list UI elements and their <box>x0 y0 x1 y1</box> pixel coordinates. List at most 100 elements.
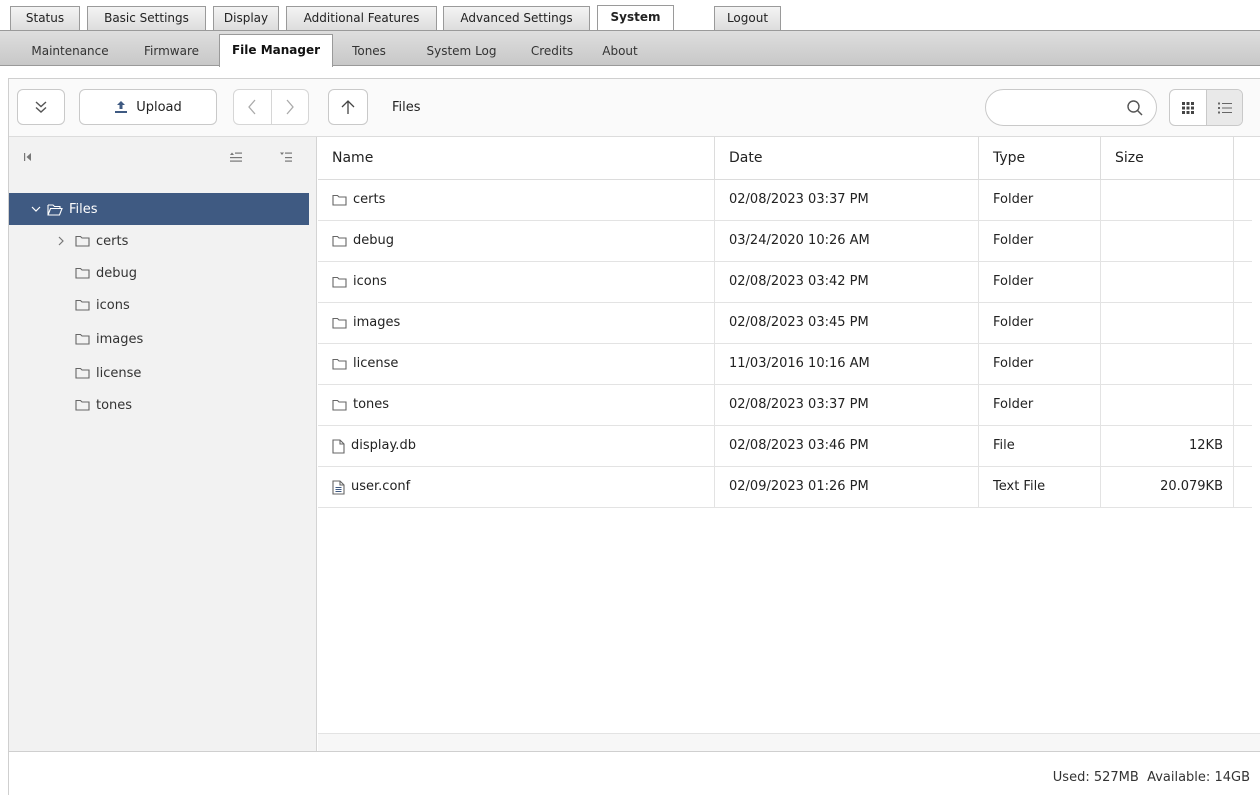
toolbar: Upload Files <box>9 79 1260 137</box>
top-tab-bar: Status Basic Settings Display Additional… <box>0 0 1260 32</box>
folder-icon <box>332 276 347 288</box>
name-cell: display.db <box>318 426 715 466</box>
tab-system[interactable]: System <box>597 5 674 32</box>
folder-icon <box>75 399 90 411</box>
tree-item-icons[interactable]: icons <box>9 289 309 321</box>
tab-basic-settings[interactable]: Basic Settings <box>87 6 206 31</box>
up-folder-button[interactable] <box>328 89 368 125</box>
subtab-tones[interactable]: Tones <box>343 36 395 66</box>
folder-icon <box>75 267 90 279</box>
folder-icon <box>332 235 347 247</box>
date-cell: 02/08/2023 03:42 PM <box>715 262 979 302</box>
column-name[interactable]: Name <box>318 137 715 180</box>
used-label: Used: <box>1052 770 1090 785</box>
chevron-right-icon <box>286 99 294 115</box>
collapse-all-icon[interactable] <box>229 151 243 163</box>
tab-display[interactable]: Display <box>213 6 279 31</box>
name-cell: images <box>318 303 715 343</box>
storage-info: Used: 527MB Available: 14GB <box>1053 770 1250 785</box>
tab-additional-features[interactable]: Additional Features <box>286 6 437 31</box>
chevron-right-icon[interactable] <box>57 236 65 246</box>
subtab-file-manager[interactable]: File Manager <box>219 34 333 67</box>
search-input[interactable] <box>998 98 1116 118</box>
file-manager: Upload Files Files certs debug icons ima… <box>8 78 1260 795</box>
expand-all-icon[interactable] <box>279 151 293 163</box>
subtab-system-log[interactable]: System Log <box>408 36 515 66</box>
grid-view-button[interactable] <box>1170 90 1206 125</box>
column-date[interactable]: Date <box>715 137 979 180</box>
tree-item-files[interactable]: Files <box>9 193 309 225</box>
file-list-header: Name Date Type Size <box>318 137 1260 180</box>
text-file-icon <box>332 479 345 495</box>
folder-icon <box>332 317 347 329</box>
name-cell: icons <box>318 262 715 302</box>
subtab-maintenance[interactable]: Maintenance <box>20 36 120 66</box>
tab-advanced-settings[interactable]: Advanced Settings <box>443 6 590 31</box>
file-name: display.db <box>351 438 416 453</box>
table-row[interactable]: tones 02/08/2023 03:37 PM Folder <box>318 385 1252 426</box>
search-icon[interactable] <box>1126 99 1144 117</box>
name-cell: license <box>318 344 715 384</box>
tab-status[interactable]: Status <box>10 6 80 31</box>
horizontal-scrollbar[interactable] <box>318 733 1260 751</box>
upload-button[interactable]: Upload <box>79 89 217 125</box>
tree-header <box>9 137 317 179</box>
subtab-firmware[interactable]: Firmware <box>134 36 209 66</box>
table-row[interactable]: debug 03/24/2020 10:26 AM Folder <box>318 221 1252 262</box>
tree-item-label: icons <box>96 297 130 313</box>
double-chevron-down-icon <box>35 101 47 113</box>
table-row[interactable]: icons 02/08/2023 03:42 PM Folder <box>318 262 1252 303</box>
arrow-up-icon <box>341 100 355 114</box>
name-cell: user.conf <box>318 467 715 507</box>
folder-open-icon <box>47 203 63 216</box>
table-row[interactable]: images 02/08/2023 03:45 PM Folder <box>318 303 1252 344</box>
file-list: Name Date Type Size certs 02/08/2023 03:… <box>318 137 1260 751</box>
table-row[interactable]: certs 02/08/2023 03:37 PM Folder <box>318 180 1252 221</box>
subtab-credits[interactable]: Credits <box>523 36 581 66</box>
expand-panel-button[interactable] <box>17 89 65 125</box>
tree-item-label: Files <box>69 201 98 217</box>
size-cell <box>1101 303 1234 343</box>
folder-tree: Files certs debug icons images license t… <box>9 137 317 751</box>
status-bar: Used: 527MB Available: 14GB <box>9 751 1260 795</box>
list-view-button[interactable] <box>1206 90 1242 125</box>
chevron-down-icon[interactable] <box>31 204 41 214</box>
tree-item-debug[interactable]: debug <box>9 257 309 289</box>
used-value: 527MB <box>1093 770 1139 785</box>
table-row[interactable]: display.db 02/08/2023 03:46 PM File 12KB <box>318 426 1252 467</box>
type-cell: Folder <box>979 221 1101 261</box>
type-cell: Folder <box>979 262 1101 302</box>
file-name: user.conf <box>351 479 411 494</box>
tree-item-images[interactable]: images <box>9 323 309 355</box>
size-cell <box>1101 385 1234 425</box>
size-cell <box>1101 221 1234 261</box>
collapse-pane-icon[interactable] <box>23 151 33 163</box>
back-button[interactable] <box>234 90 271 124</box>
file-name: icons <box>353 274 387 289</box>
date-cell: 02/08/2023 03:45 PM <box>715 303 979 343</box>
size-cell <box>1101 180 1234 220</box>
forward-button[interactable] <box>270 90 308 124</box>
type-cell: Folder <box>979 385 1101 425</box>
type-cell: Text File <box>979 467 1101 507</box>
folder-icon <box>75 333 90 345</box>
subtab-about[interactable]: About <box>592 36 648 66</box>
tab-logout[interactable]: Logout <box>714 6 781 31</box>
file-name: certs <box>353 192 386 207</box>
tree-item-license[interactable]: license <box>9 357 309 389</box>
column-type[interactable]: Type <box>979 137 1101 180</box>
date-cell: 02/08/2023 03:46 PM <box>715 426 979 466</box>
tree-item-label: tones <box>96 397 133 413</box>
tree-item-certs[interactable]: certs <box>9 225 309 257</box>
size-cell: 20.079KB <box>1101 467 1234 507</box>
folder-icon <box>75 367 90 379</box>
list-icon <box>1217 102 1232 113</box>
column-size[interactable]: Size <box>1101 137 1234 180</box>
table-row[interactable]: license 11/03/2016 10:16 AM Folder <box>318 344 1252 385</box>
grid-icon <box>1182 101 1194 114</box>
breadcrumb[interactable]: Files <box>392 100 421 115</box>
tree-item-label: license <box>96 365 142 381</box>
search-box <box>985 89 1157 126</box>
table-row[interactable]: user.conf 02/09/2023 01:26 PM Text File … <box>318 467 1252 508</box>
tree-item-tones[interactable]: tones <box>9 389 309 421</box>
